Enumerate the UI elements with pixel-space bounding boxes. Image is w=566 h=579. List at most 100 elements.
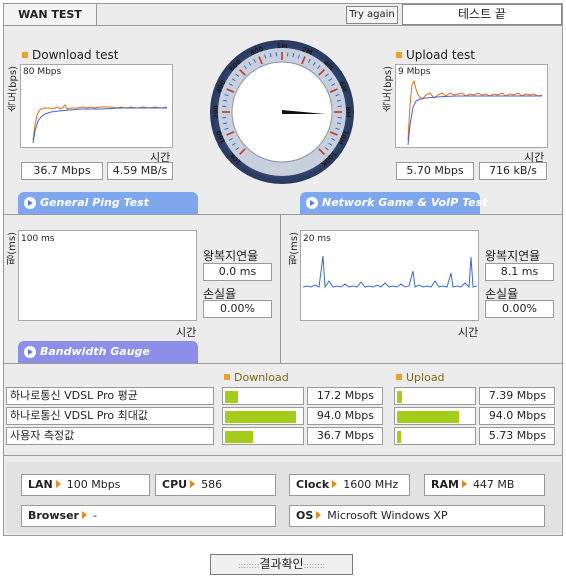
bandwidth-download-header: Download — [224, 371, 289, 384]
bandwidth-arrow-icon — [24, 346, 36, 358]
wan-test-tab-label: WAN TEST — [18, 8, 82, 21]
tab-general-ping-test[interactable]: General Ping Test — [18, 192, 198, 214]
ping-latency-value: 0.0 ms — [203, 263, 272, 281]
lan-info: LAN 100 Mbps — [21, 474, 150, 496]
download-bar-cell — [222, 407, 304, 425]
cpu-arrow-icon — [190, 480, 196, 488]
ping-latency-label: 왕복지연율 — [203, 249, 259, 263]
game-ping-line — [302, 255, 478, 289]
cpu-value: 586 — [201, 478, 223, 491]
clock-info: Clock 1600 MHz — [289, 474, 410, 496]
try-again-button[interactable]: Try again — [346, 6, 398, 24]
cpu-label: CPU — [162, 478, 188, 491]
download-bar-value: 94.0 Mbps — [307, 407, 383, 425]
bandwidth-row-label: 하나로통신 VDSL Pro 최대값 — [6, 407, 214, 425]
upload-bullet-icon — [396, 52, 402, 58]
ping-chart: 100 ms — [18, 230, 197, 321]
tab-network-game-voip-test[interactable]: Network Game & VoIP Test — [300, 192, 487, 214]
ping-loss-value: 0.00% — [203, 300, 272, 318]
wan-test-tab[interactable]: WAN TEST — [4, 4, 97, 26]
confirm-results-button[interactable]: ::::::::결과확인:::::::: — [210, 554, 353, 575]
game-chart-plot — [302, 255, 478, 289]
download-speed-line — [32, 104, 168, 141]
browser-value: - — [92, 509, 97, 522]
upload-kbs-value: 716 kB/s — [479, 162, 547, 180]
ram-value: 447 MB — [472, 478, 515, 491]
tab-bandwidth-gauge[interactable]: Bandwidth Gauge — [18, 341, 198, 363]
upload-bar-fill — [397, 411, 459, 423]
game-arrow-icon — [306, 197, 318, 209]
download-mbps-value: 36.7 Mbps — [21, 162, 103, 180]
upload-header-bullet-icon — [396, 374, 402, 380]
lan-value: 100 Mbps — [66, 478, 121, 491]
ram-info: RAM 447 MB — [424, 474, 545, 496]
bandwidth-upload-header: Upload — [396, 371, 445, 384]
browser-arrow-icon — [81, 511, 87, 519]
upload-bar-value: 5.73 Mbps — [479, 427, 555, 445]
status-text: 테스트 끝 — [458, 7, 506, 21]
confirm-dots-right: :::::::: — [303, 561, 326, 570]
gauge-tick-label: 1M — [277, 42, 288, 50]
ping-scale-label: 100 ms — [21, 234, 55, 244]
download-bar-fill — [225, 431, 253, 443]
clock-value: 1600 MHz — [343, 478, 399, 491]
ram-arrow-icon — [461, 480, 467, 488]
confirm-dots-left: :::::::: — [237, 561, 260, 570]
game-loss-value: 0.00% — [485, 300, 554, 318]
ram-label: RAM — [431, 478, 459, 491]
download-header-bullet-icon — [224, 374, 230, 380]
upload-speed-line — [407, 79, 543, 141]
download-bar-value: 36.7 Mbps — [307, 427, 383, 445]
try-again-label: Try again — [349, 9, 395, 20]
game-x-axis-label: 시간 — [458, 326, 479, 339]
speed-gauge: 10K100200400600800 1M 2M4M6M8M10M100K — [210, 40, 354, 184]
download-bar-fill — [225, 391, 238, 403]
lan-arrow-icon — [55, 480, 61, 488]
download-bullet-icon — [22, 52, 28, 58]
download-bar-fill — [225, 411, 296, 423]
ping-x-axis-label: 시간 — [176, 326, 197, 339]
bandwidth-row-label: 사용자 측정값 — [6, 427, 214, 445]
ping-arrow-icon — [24, 197, 36, 209]
game-latency-label: 왕복지연율 — [485, 249, 541, 263]
upload-y-axis-label: 속도(bps) — [383, 66, 394, 112]
gauge-tick-label: 8M — [344, 107, 352, 118]
game-latency-value: 8.1 ms — [485, 263, 554, 281]
upload-bar-cell — [394, 387, 476, 405]
upload-bar-cell — [394, 427, 476, 445]
os-info: OS Microsoft Windows XP — [289, 505, 545, 527]
vertical-divider — [280, 215, 281, 363]
upload-chart-plot — [407, 79, 543, 146]
upload-bar-fill — [397, 431, 401, 443]
download-bar-cell — [222, 387, 304, 405]
download-chart: 80 Mbps — [20, 64, 173, 148]
download-mbs-value: 4.59 MB/s — [107, 162, 173, 180]
section-divider-3 — [4, 455, 562, 456]
upload-chart: 9 Mbps — [395, 64, 548, 148]
os-label: OS — [296, 509, 314, 522]
upload-mbps-value: 5.70 Mbps — [396, 162, 474, 180]
download-test-title: Download test — [22, 48, 119, 62]
clock-label: Clock — [296, 478, 330, 491]
section-divider-2 — [4, 363, 562, 364]
bandwidth-row-label: 하나로통신 VDSL Pro 평균 — [6, 387, 214, 405]
download-chart-plot — [32, 104, 168, 144]
upload-bar-fill — [397, 391, 402, 403]
upload-test-title: Upload test — [396, 48, 475, 62]
cpu-info: CPU 586 — [155, 474, 276, 496]
download-bar-cell — [222, 427, 304, 445]
clock-arrow-icon — [332, 480, 338, 488]
upload-bar-value: 94.0 Mbps — [479, 407, 555, 425]
browser-info: Browser - — [21, 505, 276, 527]
gauge-tick-label: 200 — [212, 105, 220, 119]
upload-average-line — [407, 95, 542, 146]
confirm-results-label: 결과확인 — [259, 557, 304, 571]
header-line — [97, 25, 562, 26]
lan-label: LAN — [28, 478, 53, 491]
upload-bar-value: 7.39 Mbps — [479, 387, 555, 405]
os-value: Microsoft Windows XP — [327, 509, 448, 522]
download-y-axis-label: 속도(bps) — [8, 66, 19, 112]
download-average-line — [32, 107, 167, 144]
game-chart: 20 ms — [300, 230, 479, 321]
os-arrow-icon — [316, 511, 322, 519]
